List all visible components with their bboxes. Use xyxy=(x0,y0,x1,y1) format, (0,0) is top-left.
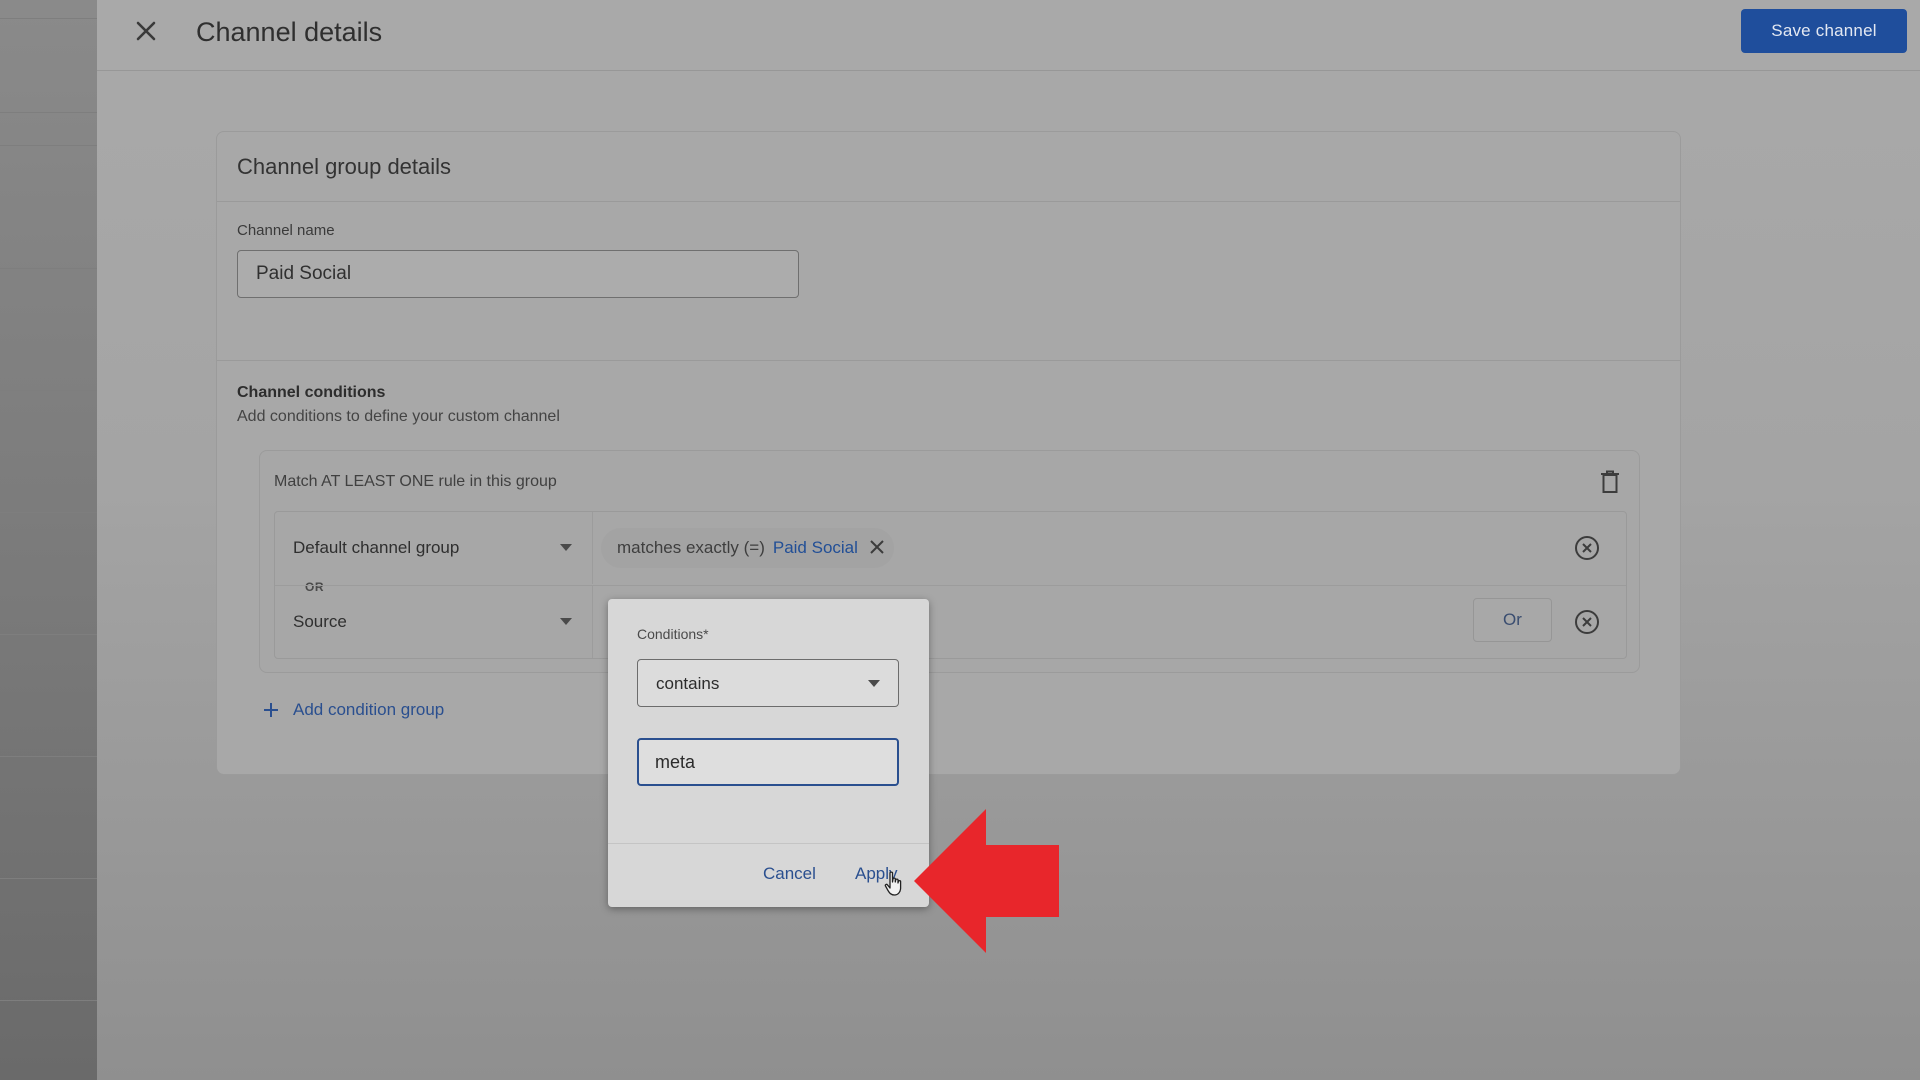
card-title: Channel group details xyxy=(237,154,452,179)
hand-cursor-icon xyxy=(884,871,902,896)
dimension-select-value: Default channel group xyxy=(293,538,460,557)
dropdown-caret-icon xyxy=(560,618,572,625)
left-sidebar-backdrop xyxy=(0,0,98,1080)
red-arrow-annotation xyxy=(914,809,1059,953)
channel-name-input[interactable] xyxy=(237,250,799,298)
condition-group-title: Match AT LEAST ONE rule in this group xyxy=(274,473,557,490)
close-icon xyxy=(870,540,884,554)
remove-circle-icon xyxy=(1575,536,1599,560)
divider xyxy=(0,756,97,757)
channel-group-card: Channel group details Channel name Chann… xyxy=(216,131,1681,775)
page-title: Channel details xyxy=(196,17,383,47)
trash-icon xyxy=(1601,470,1619,493)
condition-group: Match AT LEAST ONE rule in this group De… xyxy=(259,450,1640,673)
condition-dialog: Conditions* contains Cancel Apply xyxy=(608,599,929,907)
divider xyxy=(0,878,97,879)
divider xyxy=(0,268,97,269)
condition-operator-value: contains xyxy=(656,674,720,693)
dialog-footer: Cancel Apply xyxy=(608,843,929,908)
rule-row: Default channel group matches exactly (=… xyxy=(275,512,1626,584)
cancel-button[interactable]: Cancel xyxy=(763,864,816,884)
remove-rule-button[interactable] xyxy=(1573,534,1601,562)
or-button[interactable]: Or xyxy=(1473,598,1552,642)
dimension-select-value: Source xyxy=(293,612,347,631)
close-icon xyxy=(136,21,156,41)
divider xyxy=(0,634,97,635)
divider xyxy=(0,112,97,113)
add-condition-group-label: Add condition group xyxy=(293,700,445,719)
divider xyxy=(217,360,1680,361)
close-button[interactable] xyxy=(129,14,163,48)
conditions-label: Conditions* xyxy=(637,626,709,642)
divider xyxy=(0,18,97,19)
remove-rule-button[interactable] xyxy=(1573,608,1601,636)
save-channel-button[interactable]: Save channel xyxy=(1741,9,1907,53)
channel-conditions-title: Channel conditions xyxy=(237,384,386,401)
divider xyxy=(0,1000,97,1001)
dimension-select[interactable]: Default channel group xyxy=(275,512,593,584)
channel-conditions-subtitle: Add conditions to define your custom cha… xyxy=(237,408,560,425)
chip-value: Paid Social xyxy=(772,538,858,557)
divider xyxy=(217,201,1680,202)
delete-group-button[interactable] xyxy=(1594,465,1626,499)
divider xyxy=(0,390,97,391)
rules-table: Default channel group matches exactly (=… xyxy=(274,511,1627,659)
dropdown-caret-icon xyxy=(560,544,572,551)
condition-chip[interactable]: matches exactly (=) Paid Social xyxy=(601,528,894,568)
divider xyxy=(0,145,97,146)
dropdown-caret-icon xyxy=(868,680,880,687)
plus-icon xyxy=(264,703,278,717)
rule-row: Source Or xyxy=(275,585,1626,658)
condition-operator-select[interactable]: contains xyxy=(637,659,899,707)
chip-remove-button[interactable] xyxy=(866,536,888,558)
chip-operator: matches exactly (=) xyxy=(617,538,765,557)
add-condition-group-button[interactable]: Add condition group xyxy=(263,700,444,720)
condition-value-input[interactable] xyxy=(637,738,899,786)
remove-circle-icon xyxy=(1575,610,1599,634)
dimension-select[interactable]: Source xyxy=(275,586,593,658)
divider xyxy=(0,512,97,513)
channel-name-label: Channel name xyxy=(237,222,335,239)
